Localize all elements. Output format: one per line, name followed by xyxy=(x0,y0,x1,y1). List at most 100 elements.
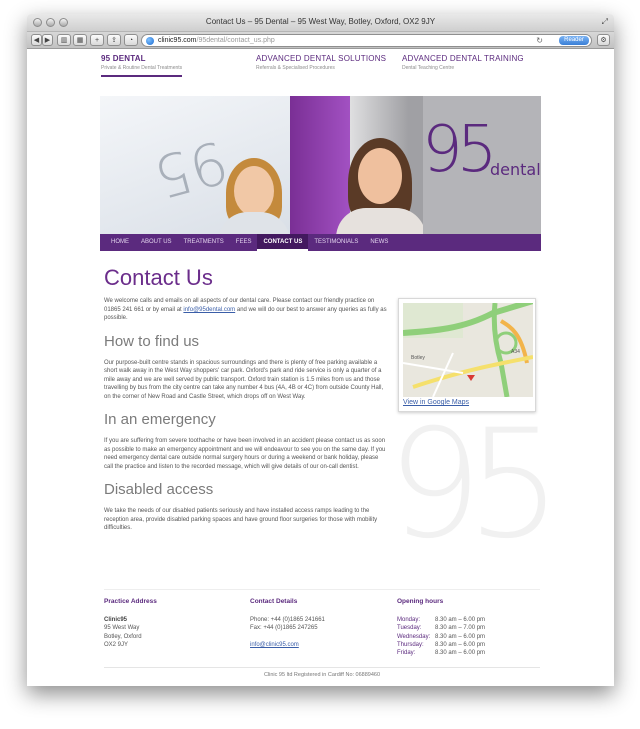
hours-day: Monday: xyxy=(397,617,421,623)
hours-time: 8.30 am – 6.00 pm xyxy=(435,641,486,648)
history-button[interactable]: ◔ xyxy=(124,34,138,46)
receptionist-2-body xyxy=(336,208,426,234)
title-bar: Contact Us – 95 Dental – 95 West Way, Bo… xyxy=(27,14,614,32)
fullscreen-icon[interactable]: ⤢ xyxy=(602,17,608,27)
brand-subtitle: Referrals & Specialised Procedures xyxy=(256,65,335,71)
contact-heading: Contact Details xyxy=(250,598,298,605)
book-icon: ▥ xyxy=(60,37,68,44)
receptionist-1-face xyxy=(234,166,274,216)
map-label-a34: A34 xyxy=(511,349,520,355)
address-line: 95 West Way xyxy=(104,625,140,632)
grid-icon: ▦ xyxy=(76,37,84,44)
fax-number: Fax: +44 (0)1865 247265 xyxy=(250,625,318,632)
copyright-divider xyxy=(104,667,540,668)
share-button[interactable]: ⇪ xyxy=(107,34,121,46)
brand-advanced-dental-training[interactable]: ADVANCED DENTAL TRAINING Dental Teaching… xyxy=(402,54,524,71)
browser-window: Contact Us – 95 Dental – 95 West Way, Bo… xyxy=(27,14,614,686)
brand-title: 95 DENTAL xyxy=(101,54,146,63)
hours-time: 8.30 am – 7.00 pm xyxy=(435,625,486,632)
plus-icon: + xyxy=(94,36,100,44)
brand-subtitle: Dental Teaching Centre xyxy=(402,65,455,71)
globe-icon xyxy=(146,37,154,45)
map-graphic: Botley A34 xyxy=(403,303,533,397)
phone-number: Phone: +44 (0)1865 241661 xyxy=(250,617,325,623)
hours-day: Tuesday: xyxy=(397,625,422,632)
intro-paragraph: We welcome calls and emails on all aspec… xyxy=(104,297,387,323)
settings-button[interactable]: ⚙ xyxy=(597,34,610,46)
share-icon: ⇪ xyxy=(111,37,117,44)
hours-row: Monday: 8.30 am – 6.00 pm xyxy=(397,616,537,624)
forward-arrow-icon: ▶ xyxy=(44,37,51,44)
hours-time: 8.30 am – 6.00 pm xyxy=(435,650,486,657)
emergency-paragraph: If you are suffering from severe toothac… xyxy=(104,438,386,470)
back-arrow-icon: ◀ xyxy=(33,37,40,44)
hours-row: Friday: 8.30 am – 6.00 pm xyxy=(397,649,537,657)
footer-address: Practice Address Clinic95 95 West Way Bo… xyxy=(104,598,244,649)
main-content: Contact Us We welcome calls and emails o… xyxy=(104,265,387,533)
reader-button[interactable]: Reader xyxy=(559,36,589,45)
browser-toolbar: ◀ ▶ ▥ ▦ + ⇪ ◔ clinic95.com/95dental/cont… xyxy=(27,32,614,49)
hours-time: 8.30 am – 6.00 pm xyxy=(435,617,486,623)
nav-news[interactable]: NEWS xyxy=(364,234,394,251)
watermark-logo: 95 xyxy=(387,398,562,572)
gear-icon: ⚙ xyxy=(600,37,607,44)
nav-treatments[interactable]: TREATMENTS xyxy=(178,234,230,251)
emergency-heading: In an emergency xyxy=(104,411,216,428)
window-title: Contact Us – 95 Dental – 95 West Way, Bo… xyxy=(205,17,436,26)
hours-heading: Opening hours xyxy=(397,598,444,605)
top-sites-button[interactable]: ▦ xyxy=(73,34,87,46)
nav-about-us[interactable]: ABOUT US xyxy=(135,234,178,251)
back-button[interactable]: ◀ xyxy=(31,34,42,46)
footer-divider xyxy=(104,589,540,590)
address-bar[interactable]: clinic95.com/95dental/contact_us.php ↻ R… xyxy=(141,34,592,47)
brand-header: 95 DENTAL Private & Routine Dental Treat… xyxy=(101,54,541,84)
hours-row: Thursday: 8.30 am – 6.00 pm xyxy=(397,641,537,649)
hours-day: Wednesday: xyxy=(397,633,431,640)
add-bookmark-button[interactable]: + xyxy=(90,34,104,46)
address-heading: Practice Address xyxy=(104,598,157,605)
logo-number: 95 xyxy=(422,113,497,187)
brand-subtitle: Private & Routine Dental Treatments xyxy=(101,65,183,71)
hero-banner: 95 95 dental xyxy=(100,96,541,234)
email-link[interactable]: info@95dental.com xyxy=(183,307,235,313)
footer-contact: Contact Details Phone: +44 (0)1865 24166… xyxy=(250,598,390,651)
copyright-text: Clinic 95 ltd Registered in Cardiff No: … xyxy=(263,672,381,678)
main-nav: HOME ABOUT US TREATMENTS FEES CONTACT US… xyxy=(100,234,541,251)
clock-icon: ◔ xyxy=(128,36,134,44)
page-title: Contact Us xyxy=(104,265,213,290)
purple-panel xyxy=(290,96,350,234)
brand-title: ADVANCED DENTAL TRAINING xyxy=(402,54,524,63)
brand-95-dental[interactable]: 95 DENTAL Private & Routine Dental Treat… xyxy=(101,54,183,77)
reload-icon[interactable]: ↻ xyxy=(536,35,543,46)
sidebar-button[interactable]: ▥ xyxy=(57,34,71,46)
find-us-heading: How to find us xyxy=(104,332,200,350)
hours-day: Friday: xyxy=(397,650,416,657)
nav-home[interactable]: HOME xyxy=(105,234,135,251)
address-line: Botley, Oxford xyxy=(104,633,142,640)
url-path: /95dental/contact_us.php xyxy=(196,37,275,44)
hours-day: Thursday: xyxy=(397,641,424,648)
disabled-access-paragraph: We take the needs of our disabled patien… xyxy=(104,508,378,531)
view-google-maps-link[interactable]: View in Google Maps xyxy=(403,399,531,406)
footer-email-link[interactable]: info@clinic95.com xyxy=(250,642,299,648)
forward-button[interactable]: ▶ xyxy=(42,34,53,46)
url-host: clinic95.com xyxy=(158,37,197,44)
nav-testimonials[interactable]: TESTIMONIALS xyxy=(308,234,364,251)
address-name: Clinic95 xyxy=(104,617,128,623)
receptionist-2-face xyxy=(358,148,402,204)
wall-logo: 95 xyxy=(146,126,236,212)
address-line: OX2 9JY xyxy=(104,641,129,648)
hours-time: 8.30 am – 6.00 pm xyxy=(435,633,486,640)
brand-title: ADVANCED DENTAL SOLUTIONS xyxy=(256,54,387,63)
web-page: 95 DENTAL Private & Routine Dental Treat… xyxy=(27,50,614,686)
find-us-paragraph: Our purpose-built centre stands in spaci… xyxy=(104,359,384,400)
brand-advanced-dental-solutions[interactable]: ADVANCED DENTAL SOLUTIONS Referrals & Sp… xyxy=(256,54,386,71)
footer-hours: Opening hours Monday: 8.30 am – 6.00 pm T… xyxy=(397,598,537,657)
location-map[interactable]: Botley A34 xyxy=(403,303,533,397)
logo-word: dental xyxy=(490,160,541,179)
nav-contact-us[interactable]: CONTACT US xyxy=(257,234,309,251)
hours-row: Wednesday: 8.30 am – 6.00 pm xyxy=(397,633,537,641)
disabled-access-heading: Disabled access xyxy=(104,481,214,498)
nav-fees[interactable]: FEES xyxy=(230,234,258,251)
map-label-botley: Botley xyxy=(411,355,425,361)
